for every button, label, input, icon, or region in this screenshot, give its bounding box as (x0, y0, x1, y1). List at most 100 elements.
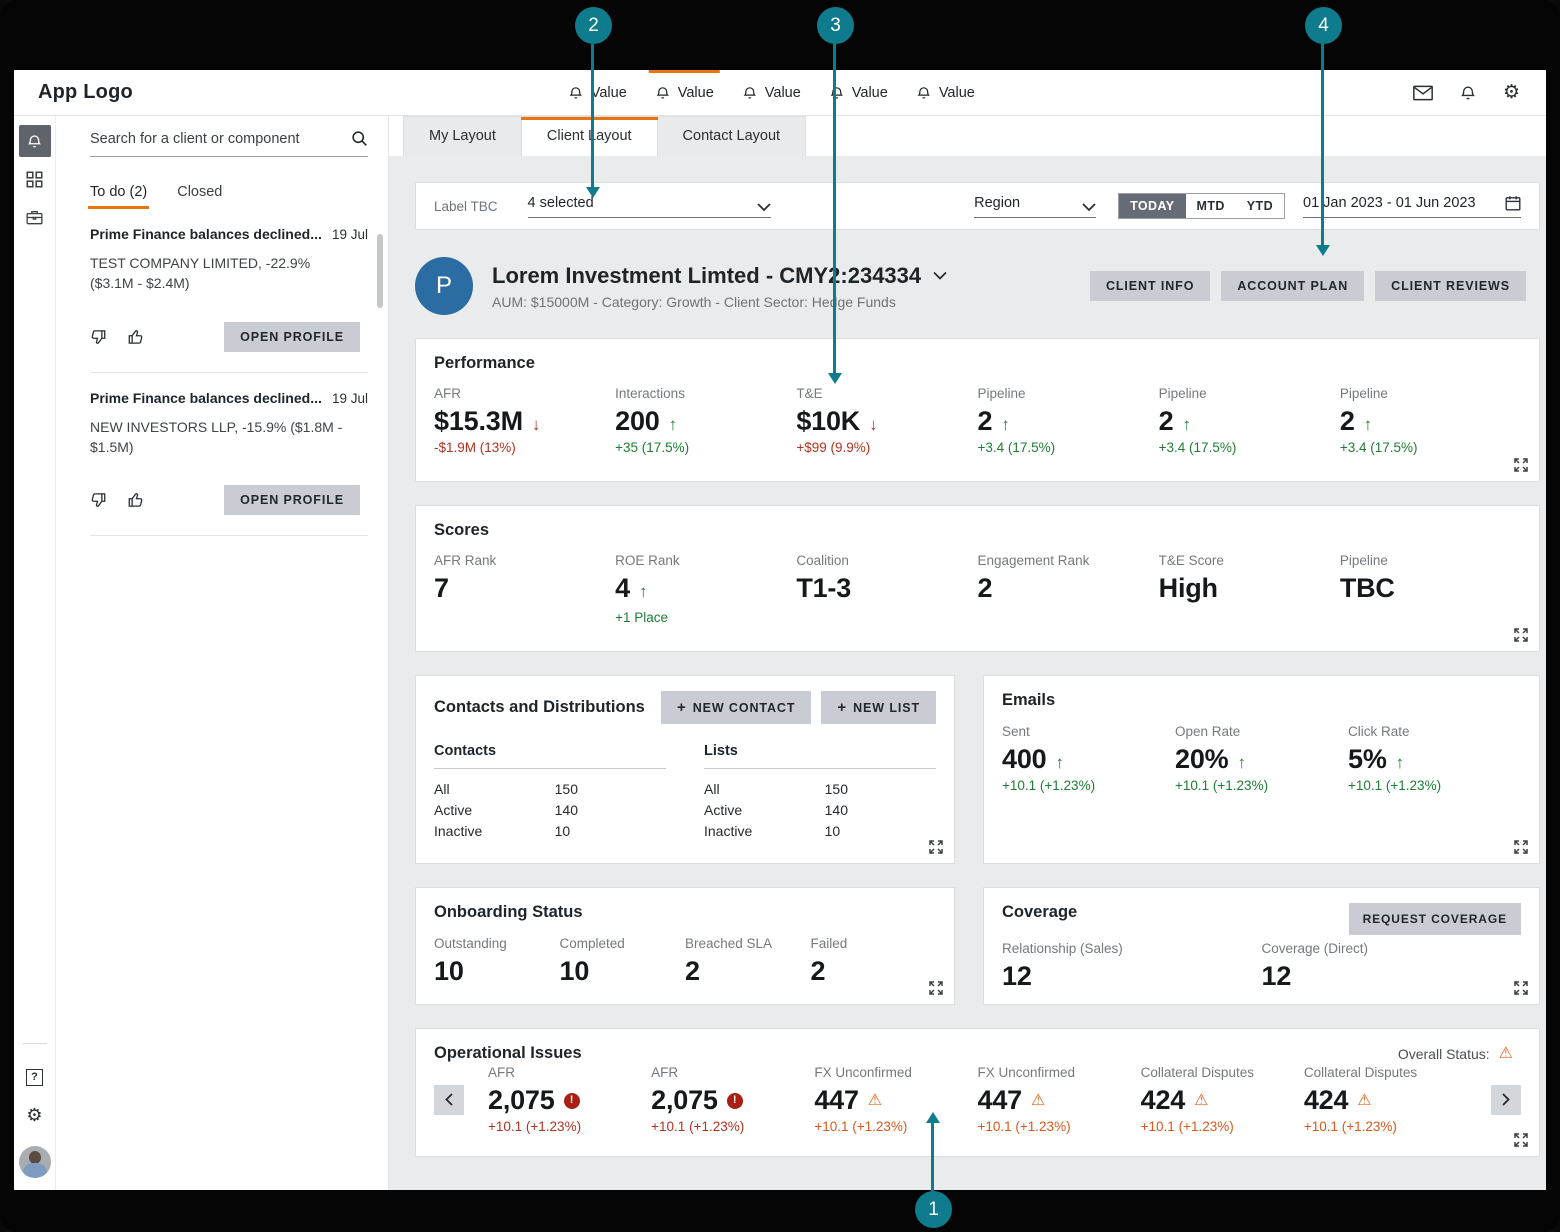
metric-pipeline: Pipeline 2↑ +3.4 (17.5%) (1159, 386, 1340, 455)
client-info-button[interactable]: CLIENT INFO (1090, 271, 1210, 301)
nav-item-value-1[interactable]: Value (554, 70, 641, 115)
rail-dashboard-button[interactable] (19, 163, 51, 195)
client-name-dropdown[interactable]: Lorem Investment Limted - CMY2:234334 (492, 263, 947, 289)
region-dropdown[interactable]: Region (974, 195, 1096, 218)
plus-icon: + (677, 699, 687, 716)
expand-icon[interactable] (929, 981, 943, 995)
open-profile-button[interactable]: OPEN PROFILE (224, 485, 360, 515)
callout-arrow-down-icon (1316, 245, 1330, 256)
carousel-prev-button[interactable] (434, 1085, 464, 1115)
table-row: All150 (434, 778, 666, 799)
metric-outstanding: Outstanding 10 (434, 936, 560, 987)
bell-icon (655, 85, 671, 101)
scores-card: Scores AFR Rank 7 ROE Rank 4↑ +1 Place (415, 505, 1540, 652)
warning-icon: ⚠ (1357, 1093, 1371, 1109)
date-range-picker[interactable]: 01 Jan 2023 - 01 Jun 2023 (1303, 195, 1521, 218)
tab-todo[interactable]: To do (2) (90, 184, 147, 209)
rail-portfolio-button[interactable] (19, 201, 51, 233)
metric-breached-sla: Breached SLA 2 (685, 936, 811, 987)
notification-card: Prime Finance balances declined... 19 Ju… (90, 209, 368, 373)
lists-group: Lists All150 Active140 Inactive10 (704, 743, 936, 841)
callout-stem-1 (931, 1122, 934, 1192)
app-logo: App Logo (38, 81, 133, 104)
period-segmented-control: TODAY MTD YTD (1118, 193, 1285, 219)
expand-icon[interactable] (929, 840, 943, 854)
nav-item-value-2-active[interactable]: Value (641, 70, 728, 115)
overall-status: Overall Status: ⚠ (1398, 1046, 1521, 1062)
metric-tne-score: T&E Score High (1159, 553, 1340, 625)
tab-client-layout[interactable]: Client Layout (522, 116, 658, 156)
table-row: Active140 (704, 799, 936, 820)
trend-up-icon: ↑ (1182, 415, 1191, 435)
bell-icon (829, 85, 845, 101)
nav-item-label: Value (765, 85, 801, 101)
trend-up-icon: ↑ (1364, 415, 1373, 435)
expand-icon[interactable] (1514, 1133, 1528, 1147)
warning-icon: ⚠ (1031, 1093, 1045, 1109)
performance-card: Performance AFR $15.3M↓ -$1.9M (13%) Int… (415, 338, 1540, 482)
tab-my-layout[interactable]: My Layout (403, 116, 522, 156)
warning-icon: ⚠ (1499, 1046, 1513, 1062)
metric-sent: Sent 400↑ +10.1 (+1.23%) (1002, 724, 1175, 793)
rail-settings-button[interactable]: ⚙ (19, 1099, 51, 1131)
tab-closed[interactable]: Closed (177, 184, 222, 209)
bell-icon[interactable] (1459, 84, 1477, 102)
open-profile-button[interactable]: OPEN PROFILE (224, 322, 360, 352)
grid-icon (26, 171, 43, 188)
trend-up-icon: ↑ (669, 415, 678, 435)
chevron-left-icon (445, 1093, 453, 1106)
layout-tab-bar: My Layout Client Layout Contact Layout (389, 116, 1546, 156)
expand-icon[interactable] (1514, 981, 1528, 995)
tab-contact-layout[interactable]: Contact Layout (658, 116, 807, 156)
metric-afr: AFR $15.3M↓ -$1.9M (13%) (434, 386, 615, 455)
warning-icon: ⚠ (868, 1093, 882, 1109)
nav-item-value-3[interactable]: Value (728, 70, 815, 115)
selected-filter-dropdown[interactable]: 4 selected (528, 195, 771, 218)
search-input[interactable]: Search for a client or component (90, 130, 368, 157)
user-avatar[interactable] (19, 1146, 51, 1178)
expand-icon[interactable] (1514, 628, 1528, 642)
client-reviews-button[interactable]: CLIENT REVIEWS (1375, 271, 1526, 301)
thumbs-down-icon[interactable] (90, 491, 108, 509)
card-title: Coverage (1002, 903, 1077, 922)
period-today[interactable]: TODAY (1119, 194, 1185, 218)
thumbs-up-icon[interactable] (126, 328, 144, 346)
trend-up-icon: ↑ (1396, 753, 1405, 773)
card-title: Onboarding Status (434, 903, 936, 922)
card-title: Operational Issues (434, 1044, 582, 1063)
trend-up-icon: ↑ (639, 582, 648, 602)
new-list-button[interactable]: +NEW LIST (821, 691, 936, 724)
rail-notifications-button[interactable] (19, 125, 51, 157)
nav-item-value-4[interactable]: Value (815, 70, 902, 115)
callout-badge-4: 4 (1305, 7, 1342, 44)
filter-bar: Label TBC 4 selected Region TODAY MT (415, 182, 1540, 230)
nav-item-value-5[interactable]: Value (902, 70, 989, 115)
thumbs-up-icon[interactable] (126, 491, 144, 509)
period-mtd[interactable]: MTD (1186, 194, 1236, 218)
rail-help-button[interactable]: ? (19, 1061, 51, 1093)
account-plan-button[interactable]: ACCOUNT PLAN (1221, 271, 1364, 301)
card-title: Performance (434, 354, 1521, 373)
chevron-down-icon (1082, 203, 1096, 211)
mail-icon[interactable] (1413, 85, 1433, 101)
metric-collateral-disputes: Collateral Disputes 424⚠ +10.1 (+1.23%) (1304, 1065, 1467, 1134)
new-contact-button[interactable]: +NEW CONTACT (661, 691, 811, 724)
expand-icon[interactable] (1514, 458, 1528, 472)
sidebar-scrollbar[interactable] (377, 234, 383, 308)
request-coverage-button[interactable]: REQUEST COVERAGE (1349, 903, 1521, 935)
thumbs-down-icon[interactable] (90, 328, 108, 346)
trend-up-icon: ↑ (1237, 753, 1246, 773)
period-ytd[interactable]: YTD (1236, 194, 1284, 218)
gear-icon[interactable]: ⚙ (1503, 83, 1520, 102)
callout-arrow-down-icon (586, 187, 600, 198)
table-row: Active140 (434, 799, 666, 820)
metric-relationship-sales: Relationship (Sales) 12 (1002, 941, 1262, 992)
top-nav-right: ⚙ (1413, 83, 1520, 102)
metric-pipeline: Pipeline 2↑ +3.4 (17.5%) (1340, 386, 1521, 455)
expand-icon[interactable] (1514, 840, 1528, 854)
chevron-down-icon (933, 271, 947, 280)
metric-fx-unconfirmed: FX Unconfirmed 447⚠ +10.1 (+1.23%) (814, 1065, 977, 1134)
metric-completed: Completed 10 (560, 936, 686, 987)
carousel-next-button[interactable] (1491, 1085, 1521, 1115)
table-row: Inactive10 (704, 820, 936, 841)
